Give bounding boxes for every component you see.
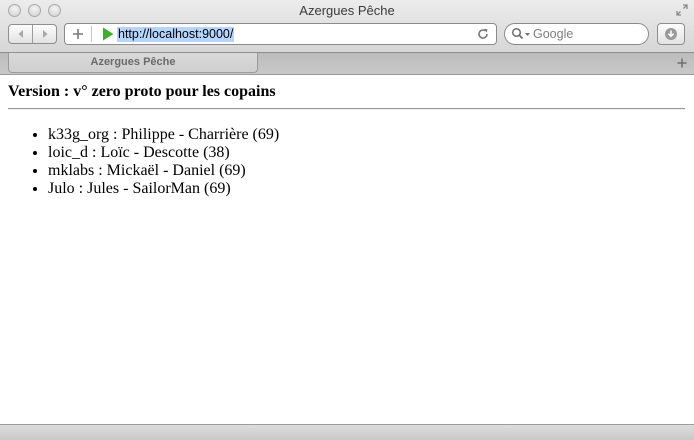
tab-bar: Azergues Pêche — [0, 53, 694, 74]
horizontal-rule — [8, 108, 685, 110]
status-bar — [0, 424, 694, 440]
plus-icon[interactable] — [71, 27, 85, 41]
back-button[interactable] — [9, 25, 32, 43]
address-bar-divider — [91, 26, 92, 42]
reload-icon[interactable] — [476, 27, 490, 41]
people-list: k33g_org : Philippe - Charrière (69) loi… — [8, 126, 279, 198]
list-item: k33g_org : Philippe - Charrière (69) — [48, 126, 279, 144]
page-heading: Version : v° zero proto pour les copains — [8, 83, 276, 100]
window-title: Azergues Pêche — [299, 3, 395, 18]
search-input[interactable] — [533, 25, 643, 43]
download-button[interactable] — [657, 23, 685, 45]
fullscreen-icon[interactable] — [676, 4, 688, 16]
download-icon — [665, 28, 677, 40]
list-item: loic_d : Loïc - Descotte (38) — [48, 144, 279, 162]
back-arrow-icon — [18, 30, 23, 38]
page-content: Version : v° zero proto pour les copains… — [0, 75, 694, 424]
forward-arrow-icon — [42, 30, 47, 38]
list-item: mklabs : Mickaël - Daniel (69) — [48, 162, 279, 180]
new-tab-icon[interactable] — [676, 57, 688, 69]
search-bar[interactable] — [504, 23, 649, 45]
tab-azergues-peche[interactable]: Azergues Pêche — [8, 53, 258, 73]
forward-button[interactable] — [32, 25, 56, 43]
address-bar[interactable]: http://localhost:9000/ — [64, 23, 497, 45]
search-icon[interactable] — [511, 27, 531, 41]
play-icon — [103, 27, 114, 41]
list-item: Julo : Jules - SailorMan (69) — [48, 180, 279, 198]
browser-window: Azergues Pêche http://localhost:9000/ Go… — [0, 0, 694, 440]
back-forward-group — [8, 24, 57, 44]
url-text[interactable]: http://localhost:9000/ — [117, 27, 235, 42]
browser-chrome: Azergues Pêche http://localhost:9000/ Go… — [0, 0, 694, 52]
